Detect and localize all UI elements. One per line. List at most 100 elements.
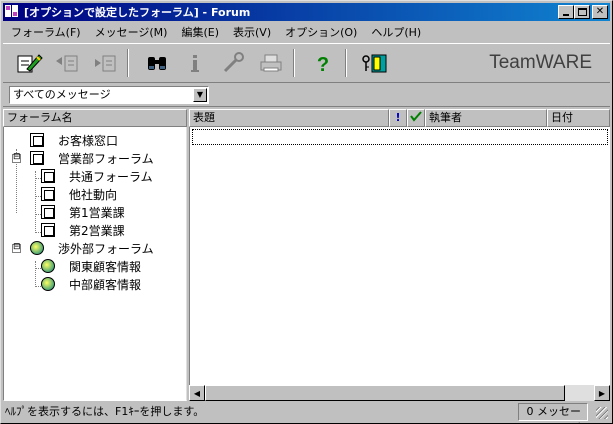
tree-item-label: 中部顧客情報: [69, 277, 142, 292]
forum-window: [オプションで設定したフォーラム] - Forum ✕ フォーラム(F) メッセ…: [0, 0, 613, 424]
arrow-right-icon: ▶: [598, 388, 606, 398]
print-button[interactable]: [255, 48, 287, 78]
shared-forum-icon: [30, 241, 44, 255]
reply-button[interactable]: [51, 48, 83, 78]
tree-header[interactable]: フォーラム名: [3, 109, 187, 127]
svg-text:?: ?: [317, 54, 329, 75]
collapse-toggle[interactable]: ⊟: [12, 242, 21, 253]
forward-button[interactable]: [89, 48, 121, 78]
focus-row[interactable]: [192, 129, 608, 145]
close-icon: ✕: [595, 6, 605, 17]
print-icon: [260, 54, 282, 72]
toolbar-separator: [345, 49, 347, 77]
collapse-icon: ⊟: [13, 152, 21, 162]
message-count: 0 メッセージ: [518, 403, 588, 424]
maximize-button[interactable]: [574, 5, 590, 19]
column-read[interactable]: [407, 109, 425, 127]
tree-item[interactable]: 第2営業課: [41, 221, 125, 239]
scroll-right-button[interactable]: ▶: [594, 385, 610, 401]
scroll-left-button[interactable]: ◀: [189, 385, 205, 401]
minimize-icon: [563, 14, 569, 16]
toolbar-separator: [127, 49, 129, 77]
status-help-text: ﾍﾙﾌﾟを表示するには、F1ｷｰを押します。: [5, 405, 205, 418]
tree-item-label: 営業部フォーラム: [58, 151, 154, 166]
column-author[interactable]: 執筆者: [425, 109, 547, 127]
forum-icon: [30, 133, 44, 147]
close-button[interactable]: ✕: [592, 5, 608, 19]
chevron-down-icon: ▼: [196, 90, 204, 99]
toolbar: ? TeamWARE: [3, 43, 610, 83]
brand-logo: TeamWARE: [489, 52, 592, 73]
menu-help[interactable]: ヘルプ(H): [363, 24, 427, 40]
column-date[interactable]: 日付: [547, 109, 610, 127]
reply-icon: [56, 55, 78, 72]
find-button[interactable]: [141, 48, 173, 78]
resize-grip-icon[interactable]: [596, 407, 608, 419]
tree-item[interactable]: 関東顧客情報: [41, 257, 141, 275]
tree-item[interactable]: 共通フォーラム: [41, 167, 153, 185]
tree-item[interactable]: 渉外部フォーラム: [30, 239, 154, 257]
message-list[interactable]: [189, 127, 610, 385]
column-subject[interactable]: 表題: [189, 109, 389, 127]
shared-forum-icon: [41, 277, 55, 291]
message-filter-select[interactable]: すべてのメッセージ ▼: [9, 86, 209, 104]
forum-folder-icon: [30, 151, 44, 165]
menu-forum[interactable]: フォーラム(F): [3, 24, 87, 40]
title-bar[interactable]: [オプションで設定したフォーラム] - Forum ✕: [3, 3, 610, 21]
forward-icon: [95, 55, 116, 72]
tree-item-label: 他社動向: [69, 187, 118, 202]
status-bar: ﾍﾙﾌﾟを表示するには、F1ｷｰを押します。 0 メッセージ: [3, 403, 610, 424]
tree-item[interactable]: 中部顧客情報: [41, 275, 141, 293]
arrow-left-icon: ◀: [193, 388, 201, 398]
filter-bar: すべてのメッセージ ▼: [3, 85, 610, 107]
new-message-icon: [17, 54, 43, 73]
exit-button[interactable]: [359, 48, 391, 78]
tree-item-label: 共通フォーラム: [69, 169, 153, 184]
forum-tree[interactable]: お客様窓口 ⊟ 営業部フォーラム 共通フォーラム 他社動向 第1営業課 第2営業…: [3, 127, 187, 401]
scroll-thumb[interactable]: [205, 385, 565, 401]
info-icon: [191, 55, 199, 72]
menu-bar: フォーラム(F) メッセージ(M) 編集(E) 表示(V) オプション(O) ヘ…: [3, 23, 610, 41]
collapse-toggle[interactable]: ⊟: [12, 152, 21, 163]
shared-forum-icon: [41, 259, 55, 273]
collapse-icon: ⊟: [13, 242, 21, 252]
find-icon: [148, 57, 166, 70]
message-list-header: 表題 ! 執筆者 日付: [189, 109, 610, 127]
minimize-button[interactable]: [558, 5, 574, 19]
message-list-pane: 表題 ! 執筆者 日付 ◀ ▶: [189, 109, 610, 401]
tree-item[interactable]: 他社動向: [41, 185, 117, 203]
menu-options[interactable]: オプション(O): [277, 24, 363, 40]
filter-selected-value: すべてのメッセージ: [13, 88, 111, 101]
horizontal-scrollbar[interactable]: ◀ ▶: [189, 385, 610, 401]
exit-icon: [362, 54, 387, 73]
forum-icon: [41, 205, 55, 219]
tree-item-label: 関東顧客情報: [69, 259, 142, 274]
info-button[interactable]: [179, 48, 211, 78]
tree-item[interactable]: 営業部フォーラム: [30, 149, 154, 167]
menu-view[interactable]: 表示(V): [225, 24, 277, 40]
checkmark-icon: [410, 111, 422, 122]
tools-icon: [223, 52, 244, 73]
forum-tree-pane: フォーラム名 お客様窓口 ⊟ 営業部フォーラム 共通フォーラム 他社動向 第1営…: [3, 109, 187, 401]
column-priority[interactable]: !: [389, 109, 407, 127]
tree-item[interactable]: お客様窓口: [30, 131, 118, 149]
forum-icon: [41, 169, 55, 183]
new-message-button[interactable]: [13, 48, 45, 78]
app-icon[interactable]: [5, 5, 21, 19]
tree-item[interactable]: 第1営業課: [41, 203, 125, 221]
window-title: [オプションで設定したフォーラム] - Forum: [24, 6, 251, 19]
tree-item-label: 渉外部フォーラム: [58, 241, 154, 256]
forum-icon: [41, 187, 55, 201]
dropdown-button[interactable]: ▼: [193, 88, 207, 102]
help-button[interactable]: ?: [307, 48, 339, 78]
forum-icon: [41, 223, 55, 237]
tree-item-label: お客様窓口: [58, 133, 119, 148]
menu-message[interactable]: メッセージ(M): [87, 24, 174, 40]
tree-item-label: 第2営業課: [69, 223, 125, 238]
tree-item-label: 第1営業課: [69, 205, 125, 220]
help-icon: ?: [317, 54, 329, 75]
maximize-icon: [577, 8, 587, 16]
menu-edit[interactable]: 編集(E): [173, 24, 225, 40]
toolbar-separator: [293, 49, 295, 77]
tools-button[interactable]: [217, 48, 249, 78]
